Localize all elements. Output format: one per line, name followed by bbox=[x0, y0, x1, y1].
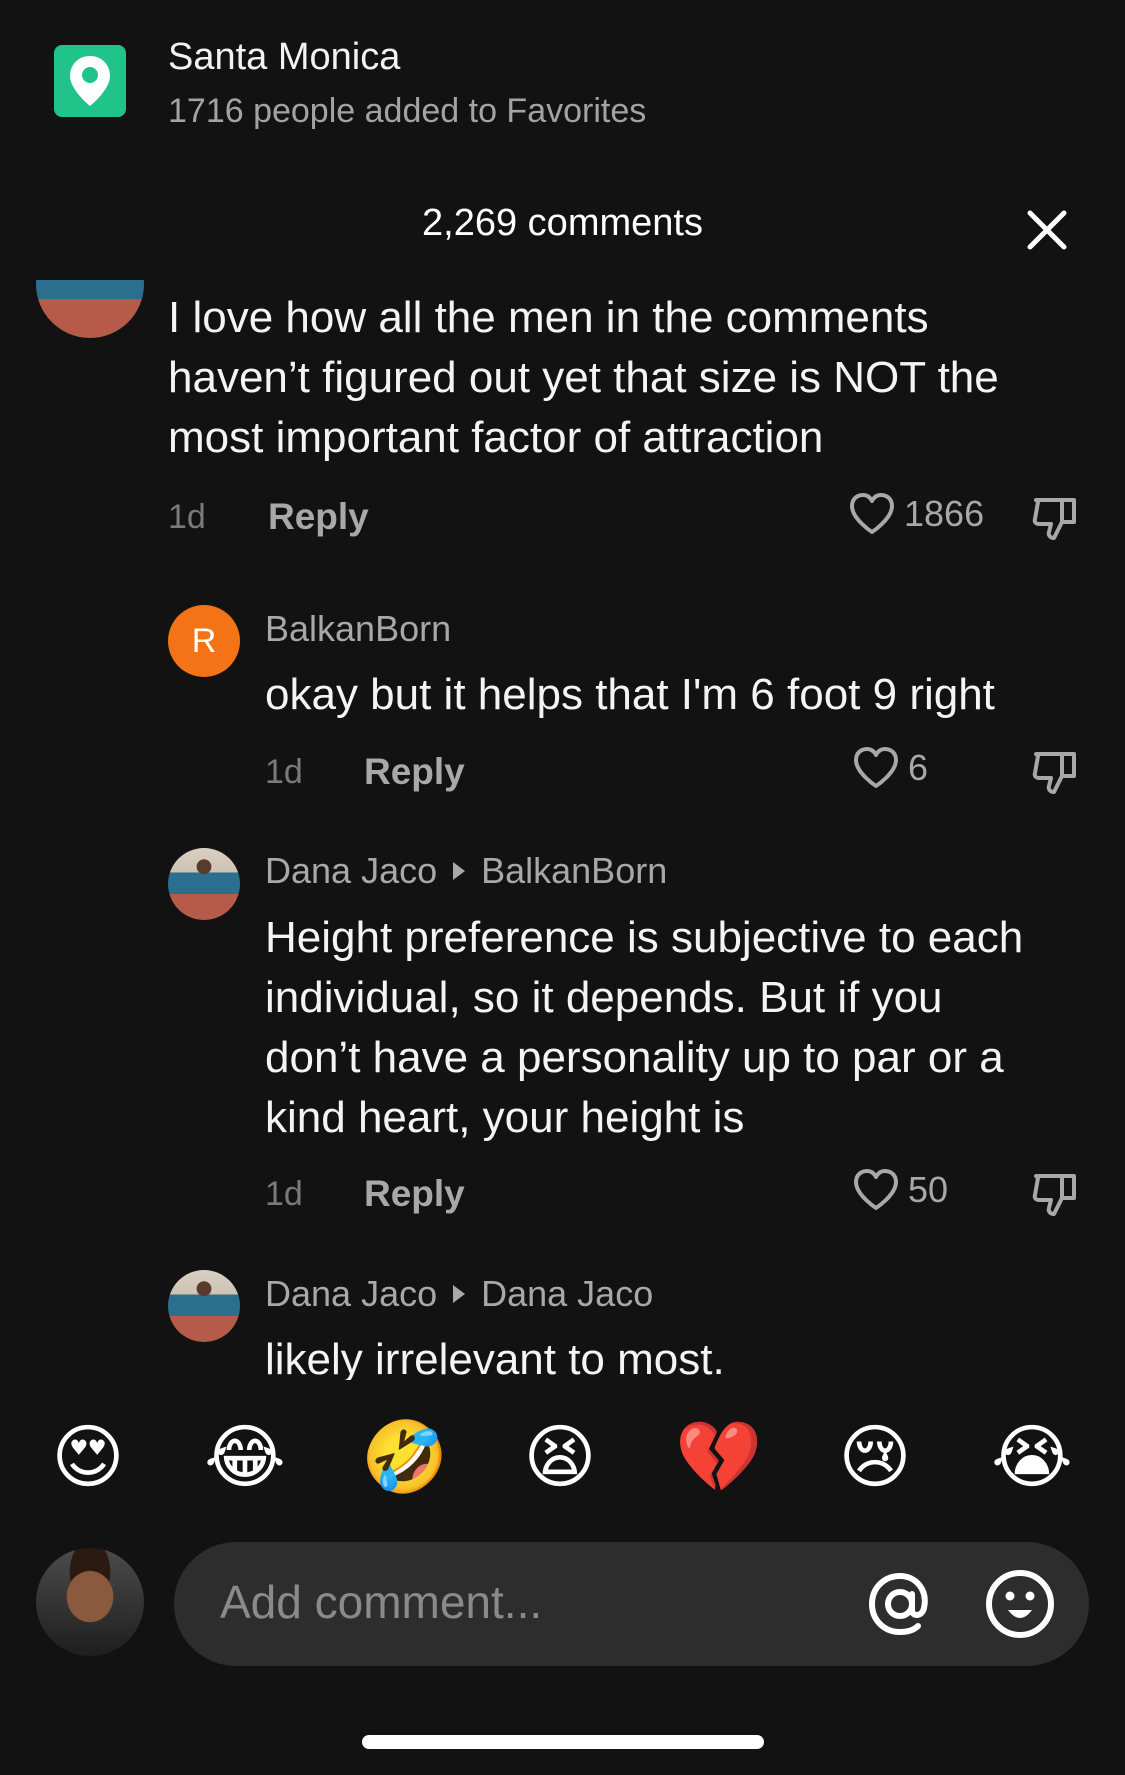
like-count: 50 bbox=[908, 1169, 949, 1210]
emoji-sob[interactable]: 😭 bbox=[990, 1415, 1074, 1499]
home-indicator bbox=[362, 1735, 764, 1749]
comment-username[interactable]: Dana Jaco BalkanBorn bbox=[265, 850, 667, 892]
comment-input-placeholder[interactable]: Add comment... bbox=[220, 1575, 542, 1629]
like-count: 6 bbox=[908, 747, 929, 788]
emoji-cry[interactable]: 😢 bbox=[833, 1415, 917, 1499]
location-title[interactable]: Santa Monica bbox=[168, 36, 400, 79]
dislike-icon[interactable] bbox=[1030, 492, 1080, 542]
reply-to-username[interactable]: BalkanBorn bbox=[481, 850, 667, 892]
comment-time: 1d bbox=[265, 753, 303, 791]
smile-icon[interactable] bbox=[982, 1566, 1058, 1642]
heart-icon bbox=[854, 1169, 898, 1210]
current-user-avatar[interactable] bbox=[36, 1548, 144, 1656]
emoji-rofl[interactable]: 🤣 bbox=[361, 1415, 448, 1499]
emoji-tired[interactable]: 😫 bbox=[518, 1415, 602, 1499]
comment-text: okay but it helps that I'm 6 foot 9 righ… bbox=[265, 670, 995, 719]
dislike-icon[interactable] bbox=[1030, 1168, 1080, 1218]
emoji-broken-heart[interactable]: 💔 bbox=[675, 1415, 762, 1499]
comment-username[interactable]: Dana Jaco Dana Jaco bbox=[265, 1273, 653, 1315]
heart-icon bbox=[854, 747, 898, 788]
like-button[interactable]: 1866 bbox=[848, 492, 984, 536]
comment-time: 1d bbox=[265, 1175, 303, 1213]
avatar[interactable] bbox=[168, 848, 240, 920]
dislike-icon[interactable] bbox=[1030, 746, 1080, 796]
comments-list[interactable]: I love how all the men in the comments h… bbox=[0, 280, 1125, 1380]
reply-button[interactable]: Reply bbox=[268, 496, 369, 538]
emoji-joy[interactable]: 😂 bbox=[203, 1415, 287, 1499]
emoji-heart-eyes[interactable]: 😍 bbox=[46, 1415, 130, 1499]
close-icon[interactable] bbox=[1022, 205, 1072, 255]
comment-text: Height preference is subjective to each … bbox=[265, 913, 1024, 1142]
like-count: 1866 bbox=[904, 493, 985, 534]
reply-button[interactable]: Reply bbox=[364, 751, 465, 793]
like-button[interactable]: 6 bbox=[852, 746, 928, 790]
like-button[interactable]: 50 bbox=[852, 1168, 948, 1212]
comment-username[interactable]: BalkanBorn bbox=[265, 608, 451, 650]
reply-arrow-icon bbox=[453, 862, 466, 880]
reply-arrow-icon bbox=[453, 1285, 466, 1303]
comments-count: 2,269 comments bbox=[422, 202, 703, 244]
reply-button[interactable]: Reply bbox=[364, 1173, 465, 1215]
heart-icon bbox=[850, 493, 894, 534]
reply-to-username[interactable]: Dana Jaco bbox=[481, 1273, 653, 1315]
location-pin-icon[interactable] bbox=[54, 45, 126, 117]
comment-time: 1d bbox=[168, 498, 206, 536]
comment-text: likely irrelevant to most. bbox=[265, 1335, 725, 1380]
avatar[interactable] bbox=[36, 280, 144, 338]
avatar[interactable] bbox=[168, 1270, 240, 1342]
location-favorites-count: 1716 people added to Favorites bbox=[168, 92, 647, 130]
at-icon[interactable] bbox=[862, 1566, 938, 1642]
emoji-bar: 😍 😂 🤣 😫 💔 😢 😭 bbox=[0, 1415, 1125, 1505]
avatar[interactable]: R bbox=[168, 605, 240, 677]
comment-text: I love how all the men in the comments h… bbox=[168, 293, 999, 462]
